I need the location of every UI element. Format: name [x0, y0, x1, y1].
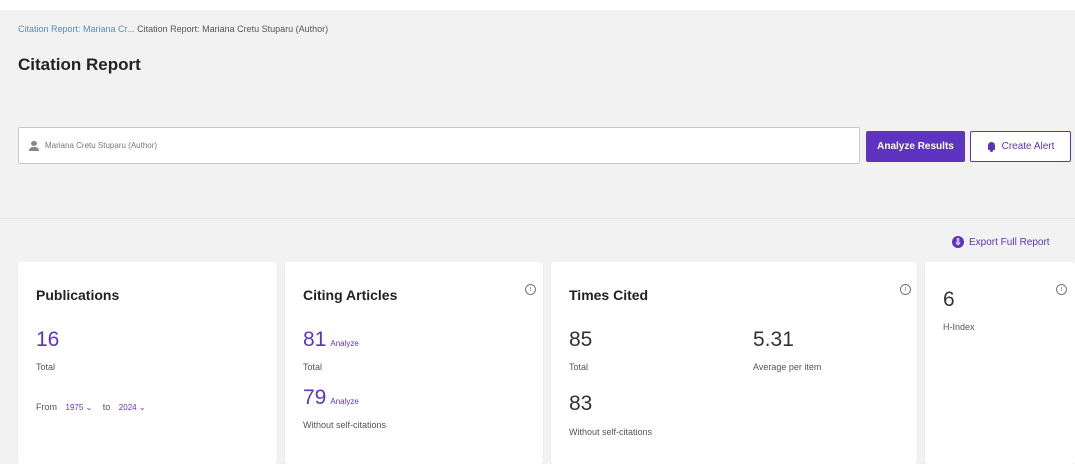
citing-total: 81 Analyze: [303, 328, 359, 352]
times-cited-card: Times Cited i 85 Total 5.31 Average per …: [551, 262, 917, 464]
breadcrumb-current: Citation Report: Mariana Cretu Stuparu (…: [137, 24, 329, 34]
info-icon[interactable]: i: [525, 284, 536, 295]
h-index-card: 6 i H-Index: [925, 262, 1075, 464]
citing-articles-title: Citing Articles: [303, 287, 398, 303]
info-icon[interactable]: i: [1056, 284, 1067, 295]
page-title: Citation Report: [18, 55, 141, 74]
from-label: From: [36, 402, 57, 412]
publications-card: Publications 16 Total From 1975 ⌄ to 202…: [18, 262, 277, 464]
citing-without-value[interactable]: 79: [303, 386, 326, 409]
times-cited-total-label: Total: [569, 362, 589, 372]
citing-analyze-link[interactable]: Analyze: [330, 339, 358, 348]
citing-without-label: Without self-citations: [303, 420, 387, 430]
create-alert-button[interactable]: Create Alert: [970, 131, 1071, 162]
divider: [0, 218, 1075, 219]
citing-without: 79 Analyze: [303, 386, 359, 410]
times-cited-without: 83: [569, 392, 593, 415]
analyze-results-button[interactable]: Analyze Results: [866, 131, 965, 162]
year-range: From 1975 ⌄ to 2024 ⌄: [36, 402, 154, 412]
query-text: Mariana Cretu Stuparu (Author): [45, 141, 158, 150]
query-field[interactable]: Mariana Cretu Stuparu (Author): [18, 127, 860, 164]
citing-total-value[interactable]: 81: [303, 328, 326, 351]
bell-icon: [987, 141, 996, 152]
top-strip: [0, 0, 1075, 10]
h-index-value: 6: [943, 288, 955, 311]
publications-total-label: Total: [36, 362, 56, 372]
times-cited-total: 85: [569, 328, 593, 351]
citing-articles-card: Citing Articles i 81 Analyze Total 79 Anal…: [285, 262, 543, 464]
from-year-select[interactable]: 1975 ⌄: [66, 403, 93, 412]
h-index-label: H-Index: [943, 322, 975, 332]
export-label: Export Full Report: [969, 236, 1050, 248]
person-icon: [29, 140, 39, 151]
publications-total[interactable]: 16: [36, 328, 59, 352]
export-full-report-link[interactable]: ⇩ Export Full Report: [952, 236, 1050, 248]
breadcrumb: Citation Report: Mariana Cr... Citation …: [18, 24, 328, 34]
breadcrumb-link[interactable]: Citation Report: Mariana Cr...: [18, 24, 135, 34]
average-per-item: 5.31: [753, 328, 794, 351]
create-alert-label: Create Alert: [1001, 141, 1055, 152]
export-icon: ⇩: [952, 236, 964, 248]
to-year-select[interactable]: 2024 ⌄: [119, 403, 146, 412]
average-per-item-label: Average per item: [753, 362, 822, 372]
citing-without-analyze-link[interactable]: Analyze: [330, 397, 358, 406]
times-cited-title: Times Cited: [569, 287, 649, 303]
citing-total-label: Total: [303, 362, 323, 372]
publications-title: Publications: [36, 287, 120, 303]
to-label: to: [102, 402, 111, 412]
info-icon[interactable]: i: [900, 284, 911, 295]
times-cited-without-label: Without self-citations: [569, 427, 653, 437]
